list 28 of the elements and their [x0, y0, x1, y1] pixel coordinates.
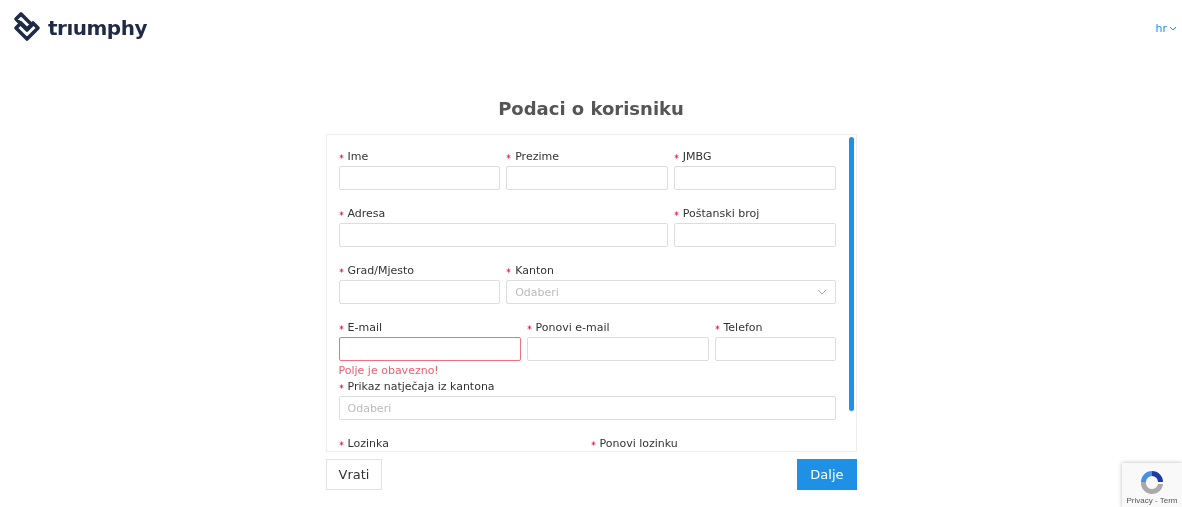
scrollbar[interactable] — [848, 137, 854, 411]
field-label: E-mail — [347, 320, 382, 335]
field-label: Grad/Mjesto — [347, 263, 415, 278]
field-label: Lozinka — [347, 436, 389, 451]
select-field[interactable]: Odaberi — [338, 396, 836, 420]
field-label: JMBG — [682, 149, 712, 164]
input-field[interactable] — [338, 337, 521, 361]
recaptcha-icon — [1138, 468, 1166, 496]
error-message: Polje je obavezno! — [338, 364, 440, 377]
back-button[interactable]: Vrati — [325, 459, 383, 490]
field-label: Prezime — [515, 149, 559, 164]
field-label: Ime — [347, 149, 369, 164]
field-label: Poštanski broj — [682, 206, 760, 221]
field-label: Prikaz natječaja iz kantona — [347, 379, 495, 394]
field-label: Ponovi e-mail — [535, 320, 610, 335]
recaptcha-badge[interactable]: Privacy - Term — [1122, 463, 1182, 507]
field-label: Telefon — [723, 320, 763, 335]
next-button[interactable]: Dalje — [797, 459, 857, 490]
privacy-terms-link[interactable]: Privacy - Term — [1126, 496, 1178, 505]
field-label: Kanton — [515, 263, 554, 278]
chevron-down-icon — [1169, 25, 1177, 31]
language-dropdown[interactable]: hr — [1155, 21, 1177, 35]
field-label: Adresa — [347, 206, 386, 221]
form-title: Podaci o korisniku — [497, 98, 685, 121]
chevron-down-icon — [816, 289, 827, 295]
field-label: Ponovi lozinku — [599, 436, 678, 451]
select-field[interactable]: Odaberi — [506, 280, 836, 304]
brand-name: trıumphy — [48, 16, 147, 40]
